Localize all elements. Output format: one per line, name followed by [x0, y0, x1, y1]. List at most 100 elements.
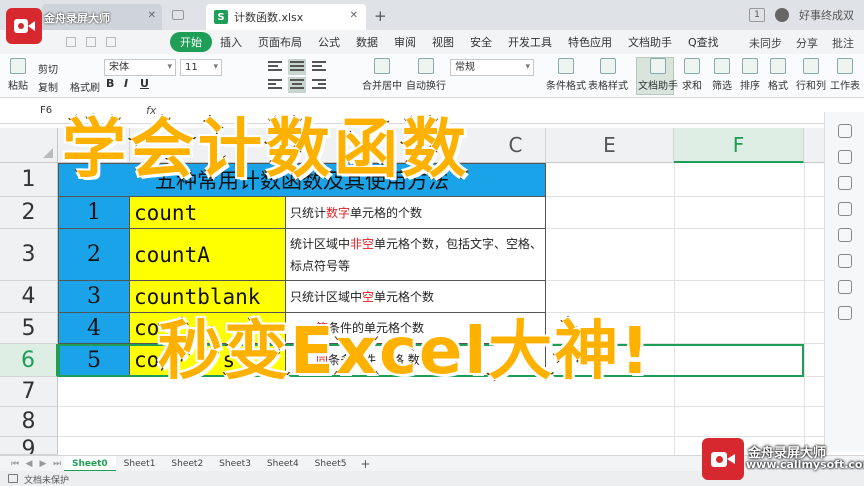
italic-button[interactable]: I — [124, 77, 128, 90]
window-count-badge[interactable]: 1 — [749, 8, 765, 22]
table-num-cell[interactable]: 1 — [58, 196, 130, 229]
new-tab-button[interactable]: + — [374, 7, 387, 25]
sync-status[interactable]: 未同步 — [749, 35, 782, 51]
row-header-2[interactable]: 2 — [0, 197, 58, 229]
table-function-cell[interactable]: countA — [129, 228, 286, 281]
undo-icon[interactable] — [86, 37, 96, 47]
cut-button[interactable]: 剪切 — [38, 61, 58, 76]
menu-home[interactable]: 开始 — [170, 32, 212, 52]
filter-button[interactable]: 筛选 — [712, 58, 732, 92]
overlay-caption-1: 学会计数函数 — [61, 112, 470, 189]
last-sheet-icon[interactable]: ⏭ — [50, 459, 64, 469]
rows-cols-button[interactable]: 行和列 — [796, 58, 826, 92]
sort-button[interactable]: 排序 — [740, 58, 760, 92]
share-button[interactable]: 分享 — [796, 35, 818, 51]
align-right-icon[interactable] — [312, 79, 326, 91]
menu-insert[interactable]: 插入 — [212, 34, 250, 50]
align-middle-icon[interactable] — [288, 59, 306, 75]
wrap-text-button[interactable]: 自动换行 — [406, 58, 446, 92]
table-desc-cell[interactable]: 只统计 数字 单元格的个数 — [285, 196, 546, 229]
worksheet-button[interactable]: 工作表 — [830, 58, 860, 92]
menu-developer[interactable]: 开发工具 — [500, 34, 560, 50]
menu-items: 开始 插入 页面布局 公式 数据 审阅 视图 安全 开发工具 特色应用 文档助手… — [170, 32, 727, 52]
property-icon[interactable] — [837, 202, 852, 216]
format-button[interactable]: 格式 — [768, 58, 788, 92]
align-center-icon[interactable] — [288, 77, 306, 93]
row-header-9[interactable]: 9 — [0, 437, 58, 455]
row-header-7[interactable]: 7 — [0, 377, 58, 407]
row-header-1[interactable]: 1 — [0, 163, 58, 197]
doc-helper-button[interactable]: 文档助手 — [638, 58, 678, 92]
row-header-6[interactable]: 6 — [0, 344, 58, 377]
menu-features[interactable]: 特色应用 — [560, 34, 620, 50]
menu-security[interactable]: 安全 — [462, 34, 500, 50]
menu-view[interactable]: 视图 — [424, 34, 462, 50]
number-format-select[interactable]: 常规 — [450, 59, 534, 76]
menu-doc-helper[interactable]: 文档助手 — [620, 34, 680, 50]
align-bottom-icon[interactable] — [312, 61, 326, 73]
menu-page-layout[interactable]: 页面布局 — [250, 34, 310, 50]
paste-button[interactable]: 粘贴 — [8, 58, 28, 92]
comment-button[interactable]: 批注 — [832, 35, 854, 51]
row-header-3[interactable]: 3 — [0, 229, 58, 281]
column-header-f[interactable]: F — [674, 128, 804, 163]
close-icon[interactable]: ✕ — [148, 10, 156, 21]
merge-center-button[interactable]: 合并居中 — [362, 58, 402, 92]
table-num-cell[interactable]: 2 — [58, 228, 130, 281]
column-header-g[interactable] — [804, 128, 826, 163]
row-header-5[interactable]: 5 — [0, 313, 58, 344]
table-function-cell[interactable]: count — [129, 196, 286, 229]
sheet-tab-2[interactable]: Sheet2 — [163, 456, 211, 472]
sheet-tab-4[interactable]: Sheet4 — [259, 456, 307, 472]
align-top-icon[interactable] — [268, 61, 282, 73]
format-painter-button[interactable]: 格式刷 — [70, 79, 100, 94]
select-all-corner[interactable] — [0, 128, 58, 163]
sheet-tab-3[interactable]: Sheet3 — [211, 456, 259, 472]
copy-button[interactable]: 复制 — [38, 79, 58, 94]
table-desc-cell[interactable]: 统计区域中非空单元格个数，包括文字、空格、标点符号等 — [285, 228, 546, 281]
recorder-logo — [6, 8, 42, 44]
sheet-tab-5[interactable]: Sheet5 — [307, 456, 355, 472]
row-header-4[interactable]: 4 — [0, 281, 58, 313]
menu-formulas[interactable]: 公式 — [310, 34, 348, 50]
menu-review[interactable]: 审阅 — [386, 34, 424, 50]
chart-icon[interactable] — [837, 228, 852, 242]
font-size-select[interactable]: 11 — [180, 59, 222, 76]
table-num-cell[interactable]: 5 — [58, 343, 130, 377]
cell-reference[interactable]: F6 — [40, 105, 52, 116]
close-icon[interactable]: ✕ — [350, 10, 358, 21]
user-name[interactable]: 好事终成双 — [799, 7, 854, 23]
column-header-e[interactable]: E — [546, 128, 674, 163]
backup-icon[interactable] — [837, 254, 852, 268]
tab-title: 计数函数.xlsx — [234, 11, 304, 24]
rows-cols-icon — [803, 58, 819, 74]
save-icon[interactable] — [66, 37, 76, 47]
menu-data[interactable]: 数据 — [348, 34, 386, 50]
menu-search[interactable]: Q查找 — [680, 34, 727, 50]
conditional-format-button[interactable]: 条件格式 — [546, 58, 586, 92]
select-icon[interactable] — [837, 124, 852, 138]
share-icon[interactable] — [837, 280, 852, 294]
next-sheet-icon[interactable]: ▶ — [36, 459, 50, 469]
align-left-icon[interactable] — [268, 79, 282, 91]
sheet-tab-1[interactable]: Sheet1 — [116, 456, 164, 472]
style-icon[interactable] — [837, 150, 852, 164]
prev-sheet-icon[interactable]: ◀ — [22, 459, 36, 469]
bold-button[interactable]: B — [106, 77, 114, 90]
table-style-button[interactable]: 表格样式 — [588, 58, 628, 92]
redo-icon[interactable] — [106, 37, 116, 47]
sum-button[interactable]: 求和 — [682, 58, 702, 92]
avatar[interactable] — [775, 8, 789, 22]
row-header-8[interactable]: 8 — [0, 407, 58, 437]
tab-active-workbook[interactable]: S 计数函数.xlsx ✕ — [206, 4, 366, 30]
settings-icon[interactable] — [837, 306, 852, 320]
underline-button[interactable]: U — [140, 77, 149, 90]
add-sheet-button[interactable]: + — [354, 457, 376, 471]
sheet-tab-0[interactable]: Sheet0 — [64, 455, 116, 472]
table-num-cell[interactable]: 3 — [58, 280, 130, 313]
table-num-cell[interactable]: 4 — [58, 312, 130, 344]
font-family-select[interactable]: 宋体 — [104, 59, 176, 76]
first-sheet-icon[interactable]: ⏮ — [8, 459, 22, 469]
window-icon[interactable] — [172, 10, 184, 20]
shape-icon[interactable] — [837, 176, 852, 190]
